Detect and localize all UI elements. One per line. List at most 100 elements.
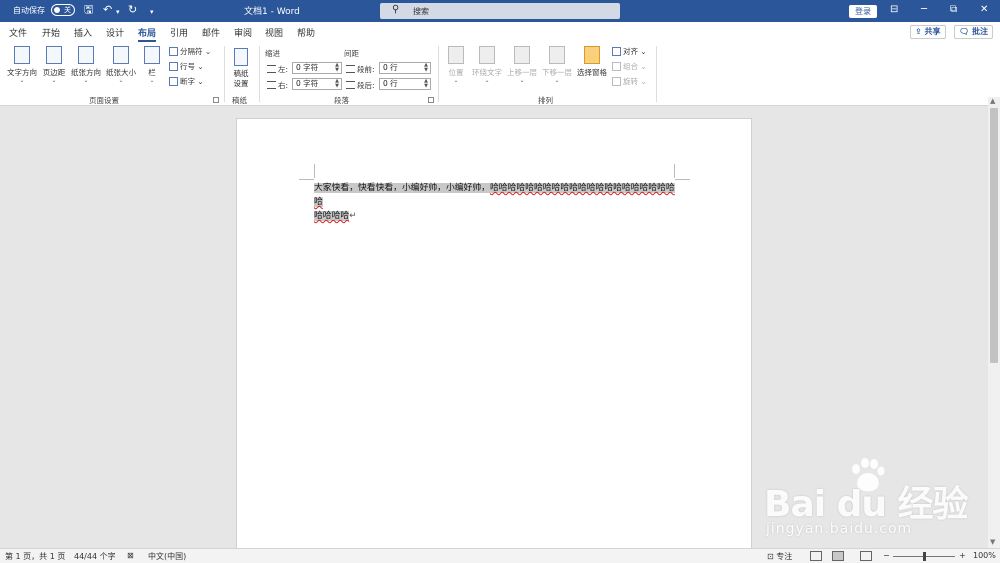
send-backward-button[interactable]: 下移一层 ⌄ [541,46,573,84]
spacing-after-input[interactable]: 0 行 ▲ ▼ [379,78,431,90]
tab-review[interactable]: 审阅 [234,26,252,39]
baidu-jingyan-watermark: Bai du 经验 jingyan.baidu.com [764,455,984,545]
read-mode-icon[interactable] [810,551,822,561]
position-icon [448,46,464,64]
wrap-text-button[interactable]: 环绕文字 ⌄ [471,46,503,84]
group-label-page-setup: 页面设置 [89,96,119,105]
group-label-manuscript: 稿纸 [232,96,247,105]
spinner-icon[interactable]: ▲ ▼ [335,79,339,89]
spinner-icon[interactable]: ▲ ▼ [424,79,428,89]
selection-pane-icon [584,46,600,64]
align-label: 对齐 [623,47,638,56]
search-box[interactable]: ⚲ 搜索 [380,3,620,19]
tab-help[interactable]: 帮助 [297,26,315,39]
chevron-down-icon: ⌄ [51,77,57,84]
manuscript-settings-button[interactable]: 稿纸 设置 [228,48,254,89]
selection-pane-label: 选择窗格 [577,68,607,77]
tab-design[interactable]: 设计 [106,26,124,39]
ribbon-display-icon[interactable]: ⊟ [890,4,898,15]
spacing-after-icon [346,81,355,89]
group-label-arrange: 排列 [538,96,553,105]
login-button[interactable]: 登录 [849,5,877,18]
spacing-before-input[interactable]: 0 行 ▲ ▼ [379,62,431,74]
indent-left-value: 0 字符 [296,63,319,72]
scroll-down-icon[interactable]: ▼ [990,538,995,546]
line-numbers-button[interactable]: 行号 ⌄ [169,61,204,72]
share-button[interactable]: ⇪ 共享 [910,25,946,39]
title-bar: 自动保存 关 🖫 ↶ ▾ ↻ ▾ 文档1 - Word ⚲ 搜索 登录 ⊟ ─ … [0,0,1000,22]
group-divider [224,46,225,102]
tab-insert[interactable]: 插入 [74,26,92,39]
hyphenation-label: 断字 [180,77,195,86]
hyphenation-icon [169,77,178,86]
undo-dropdown-icon[interactable]: ▾ [116,5,120,19]
customize-qat-icon[interactable]: ▾ [150,5,154,19]
undo-icon[interactable]: ↶ [103,3,112,17]
zoom-out-icon[interactable]: − [883,551,890,560]
group-label: 组合 [623,62,638,71]
minimize-icon[interactable]: ─ [921,4,927,15]
autosave-toggle[interactable]: 关 [51,4,75,16]
indent-header: 缩进 [265,49,280,58]
bring-forward-button[interactable]: 上移一层 ⌄ [506,46,538,84]
tab-home[interactable]: 开始 [42,26,60,39]
restore-icon[interactable]: ⧉ [950,4,957,15]
page-setup-launcher-icon[interactable] [213,97,219,103]
spacing-after-value: 0 行 [383,79,398,88]
tab-mailings[interactable]: 邮件 [202,26,220,39]
spacing-after-text: 段后: [357,81,375,90]
manuscript-icon [234,48,248,66]
chevron-down-icon: ⌄ [453,77,459,84]
crop-mark [674,164,675,178]
text-direction-button[interactable]: 文字方向 ⌄ [6,46,38,84]
indent-right-icon [267,81,276,89]
zoom-level[interactable]: 100% [973,551,996,560]
comment-button[interactable]: 🗨 批注 [954,25,993,39]
indent-left-text: 左: [278,65,289,74]
position-button[interactable]: 位置 ⌄ [443,46,469,84]
tab-layout[interactable]: 布局 [138,26,157,42]
save-icon[interactable]: 🖫 [84,3,93,17]
selection-pane-button[interactable]: 选择窗格 [576,46,608,78]
document-page[interactable]: 大家快看，快看快看，小编好帅，小编好帅，哈哈哈哈哈哈哈哈哈哈哈哈哈哈哈哈哈哈哈哈… [236,118,752,558]
tab-references[interactable]: 引用 [170,26,188,39]
tab-view[interactable]: 视图 [265,26,283,39]
spinner-icon[interactable]: ▲ ▼ [335,63,339,73]
paragraph-launcher-icon[interactable] [428,97,434,103]
spinner-icon[interactable]: ▲ ▼ [424,63,428,73]
language[interactable]: 中文(中国) [148,551,186,562]
indent-right-input[interactable]: 0 字符 ▲ ▼ [292,78,342,90]
focus-button[interactable]: ⊡ 专注 [767,551,792,562]
group-button[interactable]: 组合 ⌄ [612,61,647,72]
columns-icon [144,46,160,64]
zoom-in-icon[interactable]: + [959,551,966,560]
close-icon[interactable]: ✕ [980,4,988,15]
spacing-after-label: 段后: [346,80,375,91]
print-layout-icon[interactable] [832,551,844,561]
scroll-up-icon[interactable]: ▲ [990,97,995,105]
zoom-slider-thumb[interactable] [923,552,926,561]
page-count[interactable]: 第 1 页，共 1 页 [5,551,65,562]
document-body-text[interactable]: 大家快看，快看快看，小编好帅，小编好帅，哈哈哈哈哈哈哈哈哈哈哈哈哈哈哈哈哈哈哈哈… [314,181,677,223]
focus-label: 专注 [776,552,793,561]
redo-icon[interactable]: ↻ [128,3,137,17]
indent-left-input[interactable]: 0 字符 ▲ ▼ [292,62,342,74]
size-button[interactable]: 纸张大小 ⌄ [105,46,137,84]
vertical-scrollbar[interactable]: ▲ ▼ [988,97,1000,548]
align-button[interactable]: 对齐 ⌄ [612,46,647,57]
toggle-knob [54,7,60,13]
wrap-text-icon [479,46,495,64]
orientation-button[interactable]: 纸张方向 ⌄ [70,46,102,84]
share-label: 共享 [924,27,941,36]
hyphenation-button[interactable]: 断字 ⌄ [169,76,204,87]
proofing-icon[interactable]: ⊠ [127,551,134,560]
breaks-button[interactable]: 分隔符 ⌄ [169,46,211,57]
comment-label: 批注 [971,27,988,36]
word-count[interactable]: 44/44 个字 [74,551,116,562]
tab-file[interactable]: 文件 [9,26,27,39]
web-layout-icon[interactable] [860,551,872,561]
columns-button[interactable]: 栏 ⌄ [143,46,161,84]
rotate-button[interactable]: 旋转 ⌄ [612,76,647,87]
scrollbar-thumb[interactable] [990,108,998,363]
margins-button[interactable]: 页边距 ⌄ [40,46,68,84]
